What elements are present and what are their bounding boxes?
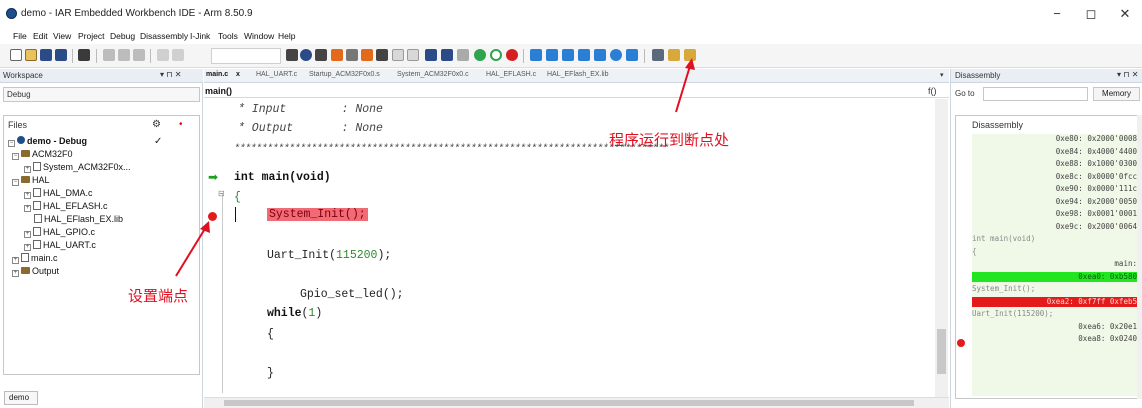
arrow-head [685, 58, 695, 70]
arrow-line [675, 65, 691, 113]
arrow-line [175, 226, 207, 277]
arrow-head [200, 221, 210, 233]
annotation-arrows [175, 58, 695, 277]
